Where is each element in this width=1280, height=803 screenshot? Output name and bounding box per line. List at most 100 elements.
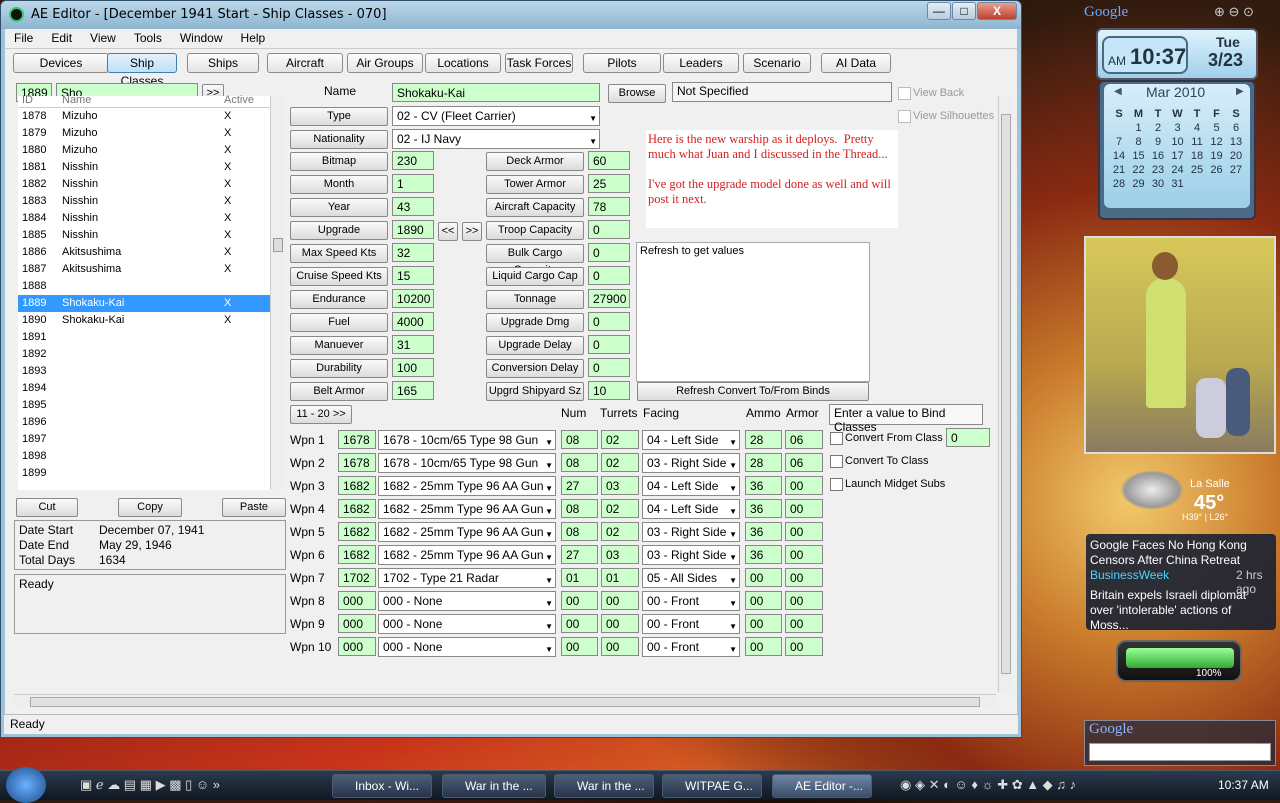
tab-pilots[interactable]: Pilots (583, 53, 661, 73)
calendar-day[interactable]: 2 (1149, 122, 1167, 134)
type-select[interactable]: 02 - CV (Fleet Carrier) ▼ (392, 106, 600, 126)
menu-help[interactable]: Help (232, 29, 275, 47)
weapon-num-field[interactable]: 27 (561, 545, 598, 564)
field-value[interactable]: 25 (588, 174, 630, 193)
calendar-next-icon[interactable]: ▶ (1236, 86, 1244, 97)
taskbar-item-witpae[interactable]: WITPAE G... (662, 774, 762, 798)
field-value[interactable]: 1890 (392, 220, 434, 239)
field-button[interactable]: Liquid Cargo Cap (486, 267, 584, 286)
google-search-input[interactable] (1089, 743, 1271, 761)
list-row[interactable]: 1891 (18, 329, 270, 346)
list-header-id[interactable]: ID (22, 94, 33, 106)
field-button[interactable]: Year (290, 198, 388, 217)
calendar-day[interactable]: 31 (1169, 178, 1187, 190)
tab-ships[interactable]: Ships (187, 53, 259, 73)
field-value[interactable]: 31 (392, 335, 434, 354)
calendar-day[interactable]: 15 (1130, 150, 1148, 162)
weapon-turrets-field[interactable]: 00 (601, 614, 639, 633)
view-silhouettes-checkbox[interactable] (898, 110, 911, 123)
field-button[interactable]: Max Speed Kts (290, 244, 388, 263)
tab-locations[interactable]: Locations (425, 53, 501, 73)
close-button[interactable]: X (977, 2, 1017, 20)
list-row[interactable]: 1886 Akitsushima X (18, 244, 270, 261)
menu-tools[interactable]: Tools (125, 29, 171, 47)
field-button[interactable]: Upgrade Dmg (486, 313, 584, 332)
weapon-id-field[interactable]: 1682 (338, 522, 376, 541)
field-button[interactable]: Cruise Speed Kts (290, 267, 388, 286)
weapon-select[interactable]: 000 - None ▼ (378, 591, 556, 611)
tab-air-groups[interactable]: Air Groups (347, 53, 423, 73)
field-value[interactable]: 10200 (392, 289, 434, 308)
taskbar-item-inbox[interactable]: Inbox - Wi... (332, 774, 432, 798)
calendar-day[interactable]: 22 (1130, 164, 1148, 176)
list-scroll-thumb[interactable] (273, 238, 283, 252)
field-value[interactable]: 15 (392, 266, 434, 285)
field-button[interactable]: Aircraft Capacity (486, 198, 584, 217)
weapon-facing-select[interactable]: 00 - Front ▼ (642, 591, 740, 611)
calendar-day[interactable]: 12 (1208, 136, 1226, 148)
tab-aircraft[interactable]: Aircraft (267, 53, 343, 73)
weapon-armor-field[interactable]: 00 (785, 499, 823, 518)
field-button[interactable]: Manuever (290, 336, 388, 355)
weapon-facing-select[interactable]: 04 - Left Side ▼ (642, 499, 740, 519)
weapon-facing-select[interactable]: 03 - Right Side ▼ (642, 453, 740, 473)
weapon-num-field[interactable]: 01 (561, 568, 598, 587)
field-button[interactable]: Endurance (290, 290, 388, 309)
field-button[interactable]: Month (290, 175, 388, 194)
list-header-name[interactable]: Name (62, 94, 91, 106)
weapon-armor-field[interactable]: 00 (785, 568, 823, 587)
field-value[interactable]: 0 (588, 266, 630, 285)
calendar-day[interactable]: 4 (1188, 122, 1206, 134)
weapon-ammo-field[interactable]: 36 (745, 522, 782, 541)
calendar-day[interactable]: 7 (1110, 136, 1128, 148)
ship-class-list[interactable]: 1878 Mizuho X 1879 Mizuho X 1880 Mizuho X 1881 Nis… (18, 108, 270, 490)
list-row[interactable]: 1893 (18, 363, 270, 380)
calendar-day[interactable]: 30 (1149, 178, 1167, 190)
weapon-id-field[interactable]: 000 (338, 591, 376, 610)
weapon-armor-field[interactable]: 00 (785, 637, 823, 656)
list-row[interactable]: 1889 Shokaku-Kai X (18, 295, 270, 312)
list-row[interactable]: 1881 Nisshin X (18, 159, 270, 176)
weapon-ammo-field[interactable]: 28 (745, 453, 782, 472)
weapon-turrets-field[interactable]: 00 (601, 637, 639, 656)
calendar-day[interactable]: 10 (1169, 136, 1187, 148)
weapon-ammo-field[interactable]: 36 (745, 476, 782, 495)
field-value[interactable]: 78 (588, 197, 630, 216)
weapon-ammo-field[interactable]: 36 (745, 499, 782, 518)
calendar-day[interactable]: 1 (1130, 122, 1148, 134)
weapon-num-field[interactable]: 08 (561, 430, 598, 449)
weapon-select[interactable]: 1678 - 10cm/65 Type 98 Gun ▼ (378, 430, 556, 450)
weapon-id-field[interactable]: 1678 (338, 430, 376, 449)
calendar-day[interactable]: 16 (1149, 150, 1167, 162)
field-value[interactable]: 4000 (392, 312, 434, 331)
weapon-armor-field[interactable]: 00 (785, 476, 823, 495)
convert-from-checkbox[interactable] (830, 432, 843, 445)
weapon-id-field[interactable]: 1682 (338, 545, 376, 564)
list-row[interactable]: 1885 Nisshin X (18, 227, 270, 244)
field-value[interactable]: 27900 (588, 289, 630, 308)
quick-launch-icons[interactable]: ▣ ℯ ☁ ▤ ▦ ▶ ▩ ▯ ☺ » (80, 777, 220, 793)
field-button[interactable]: Tower Armor (486, 175, 584, 194)
field-button[interactable]: Upgrade (290, 221, 388, 240)
weapon-select[interactable]: 1682 - 25mm Type 96 AA Gun ▼ (378, 476, 556, 496)
weapon-select[interactable]: 000 - None ▼ (378, 637, 556, 657)
tab-leaders[interactable]: Leaders (663, 53, 739, 73)
calendar-day[interactable]: 26 (1208, 164, 1226, 176)
calendar-day[interactable]: 21 (1110, 164, 1128, 176)
weapon-ammo-field[interactable]: 00 (745, 568, 782, 587)
type-button[interactable]: Type (290, 107, 388, 126)
form-horizontal-scrollbar[interactable] (14, 694, 996, 708)
weapon-armor-field[interactable]: 06 (785, 430, 823, 449)
weapon-turrets-field[interactable]: 02 (601, 453, 639, 472)
tab-ship-classes[interactable]: Ship Classes (107, 53, 177, 88)
menu-view[interactable]: View (81, 29, 125, 47)
list-row[interactable]: 1898 (18, 448, 270, 465)
tab-task-forces[interactable]: Task Forces (505, 53, 573, 73)
weapon-armor-field[interactable]: 06 (785, 453, 823, 472)
weapon-id-field[interactable]: 000 (338, 637, 376, 656)
field-value[interactable]: 0 (588, 312, 630, 331)
list-row[interactable]: 1882 Nisshin X (18, 176, 270, 193)
weapon-turrets-field[interactable]: 03 (601, 476, 639, 495)
weapon-select[interactable]: 1682 - 25mm Type 96 AA Gun ▼ (378, 522, 556, 542)
calendar-day[interactable]: 29 (1130, 178, 1148, 190)
